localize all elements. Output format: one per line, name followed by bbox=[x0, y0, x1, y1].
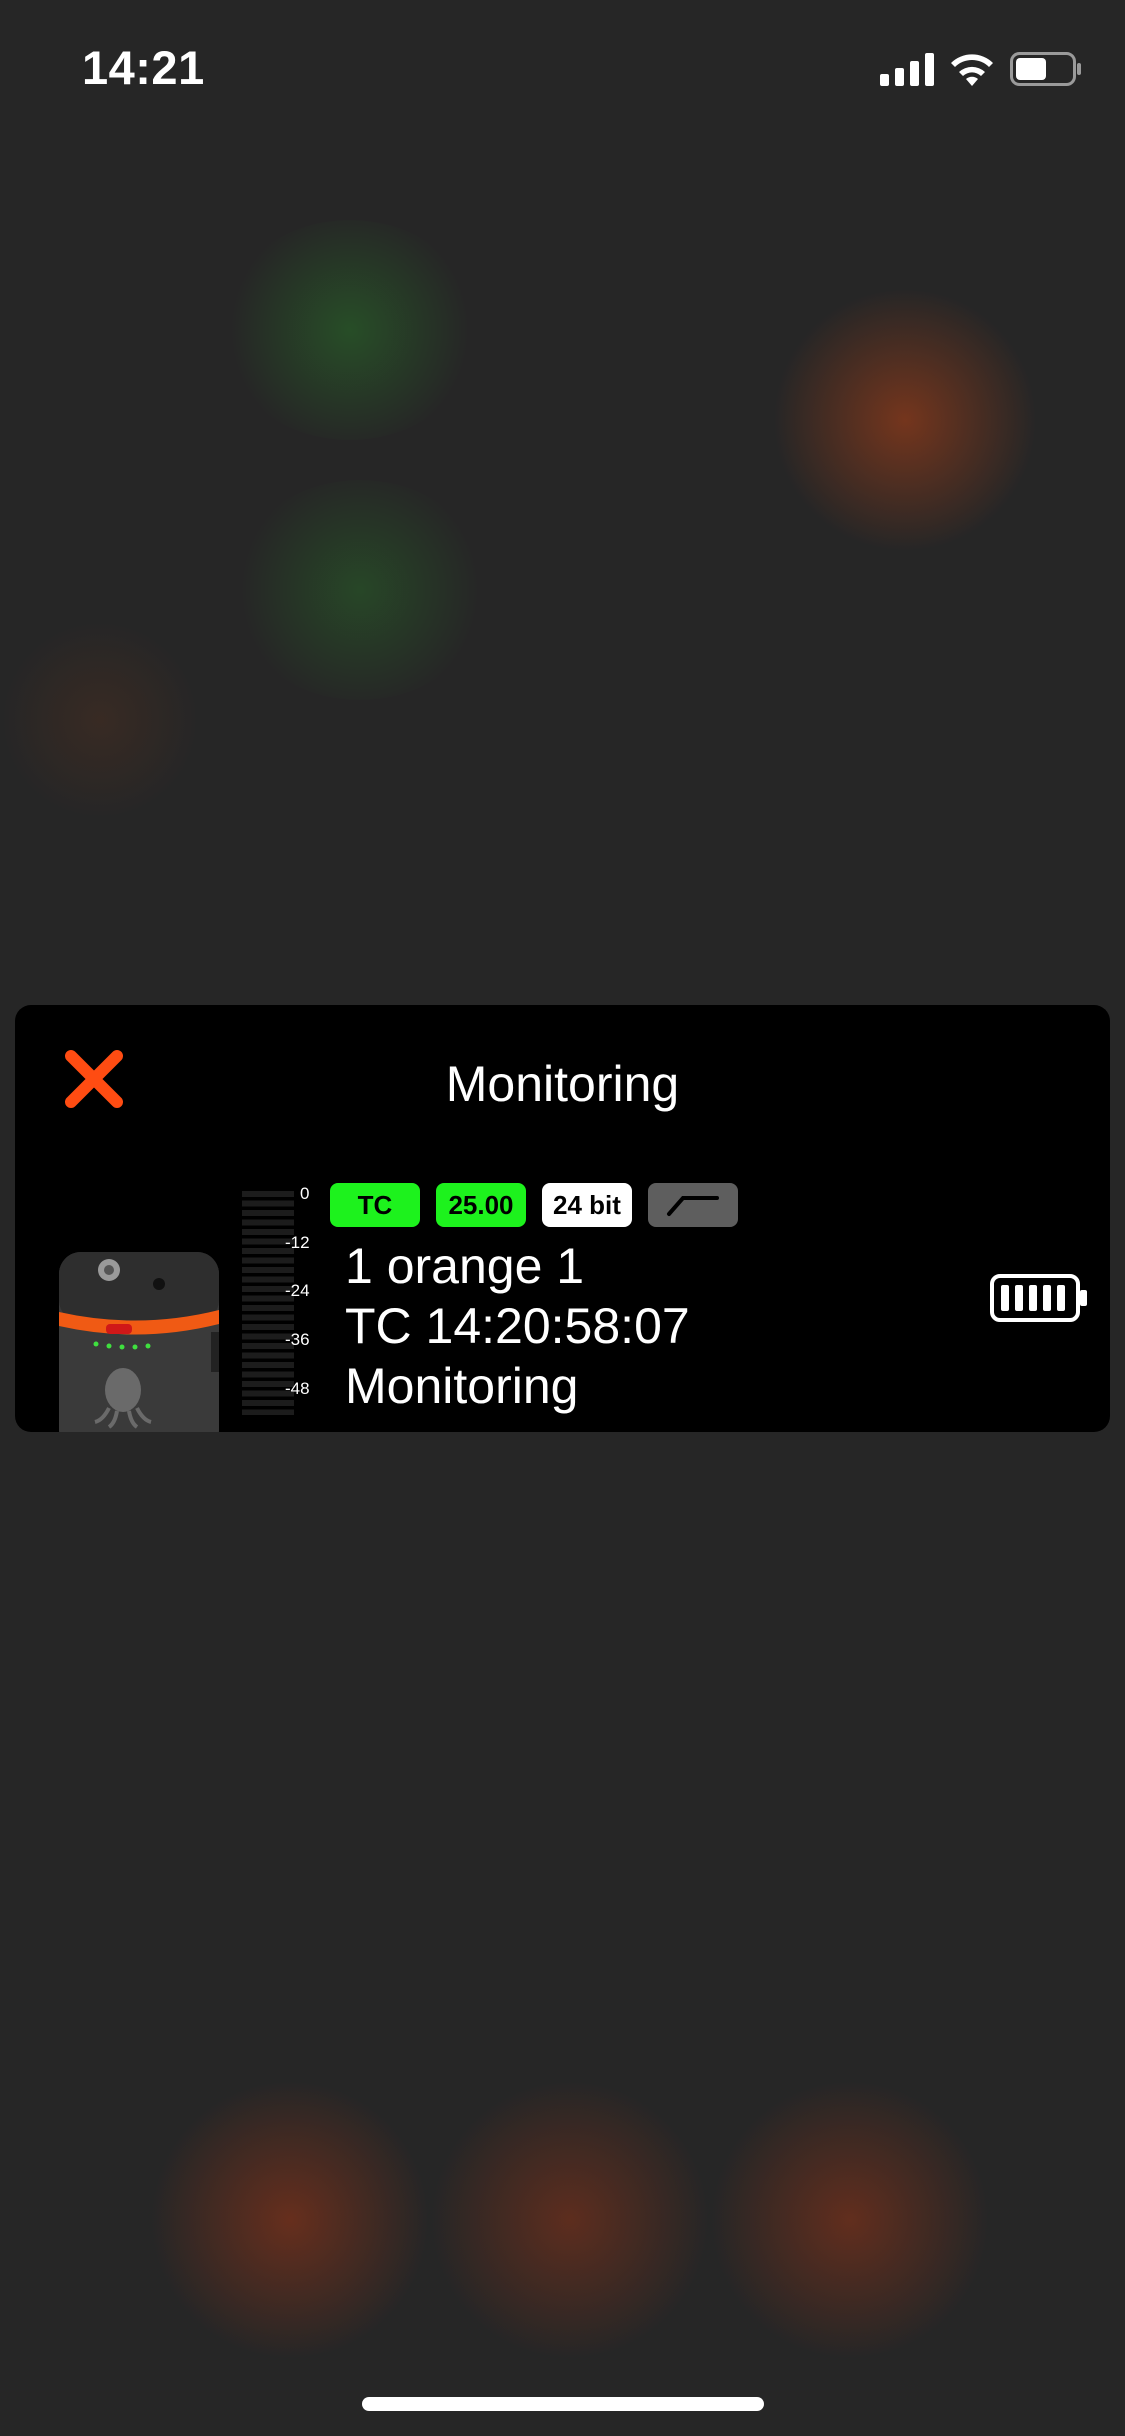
meter-label: -36 bbox=[285, 1330, 310, 1349]
status-time: 14:21 bbox=[82, 41, 205, 94]
background-glow bbox=[220, 220, 480, 440]
cellular-signal-icon bbox=[880, 52, 934, 86]
home-indicator[interactable] bbox=[362, 2397, 764, 2411]
background-glow bbox=[430, 2080, 710, 2360]
status-bar: 14:21 bbox=[0, 0, 1125, 140]
background-glow bbox=[710, 2080, 990, 2360]
bit-depth-badge: 24 bit bbox=[542, 1183, 632, 1227]
timecode-readout: TC 14:20:58:07 bbox=[345, 1298, 690, 1354]
background-glow bbox=[770, 290, 1040, 550]
meter-label: -12 bbox=[285, 1233, 310, 1252]
monitoring-panel: Monitoring 0 -12 -24 -36 -48 TC 25.00 24… bbox=[15, 1005, 1110, 1432]
tentacle-track-recorder bbox=[59, 1252, 219, 1432]
wifi-icon bbox=[951, 54, 993, 86]
status-badges: TC 25.00 24 bit bbox=[330, 1183, 738, 1227]
background-glow bbox=[150, 2080, 430, 2360]
panel-title: Monitoring bbox=[445, 1056, 680, 1112]
low-cut-filter-icon bbox=[648, 1183, 738, 1227]
meter-label: 0 bbox=[300, 1184, 310, 1203]
battery-icon bbox=[1010, 52, 1081, 86]
background-glow bbox=[230, 480, 490, 700]
device-name: 1 orange 1 bbox=[345, 1238, 585, 1294]
timecode-badge: TC bbox=[330, 1183, 420, 1227]
device-state: Monitoring bbox=[345, 1358, 579, 1414]
background-glow bbox=[0, 620, 200, 820]
battery-full-icon bbox=[990, 1274, 1087, 1322]
framerate-badge: 25.00 bbox=[436, 1183, 526, 1227]
meter-label: -48 bbox=[285, 1379, 310, 1398]
meter-label: -24 bbox=[285, 1281, 310, 1300]
